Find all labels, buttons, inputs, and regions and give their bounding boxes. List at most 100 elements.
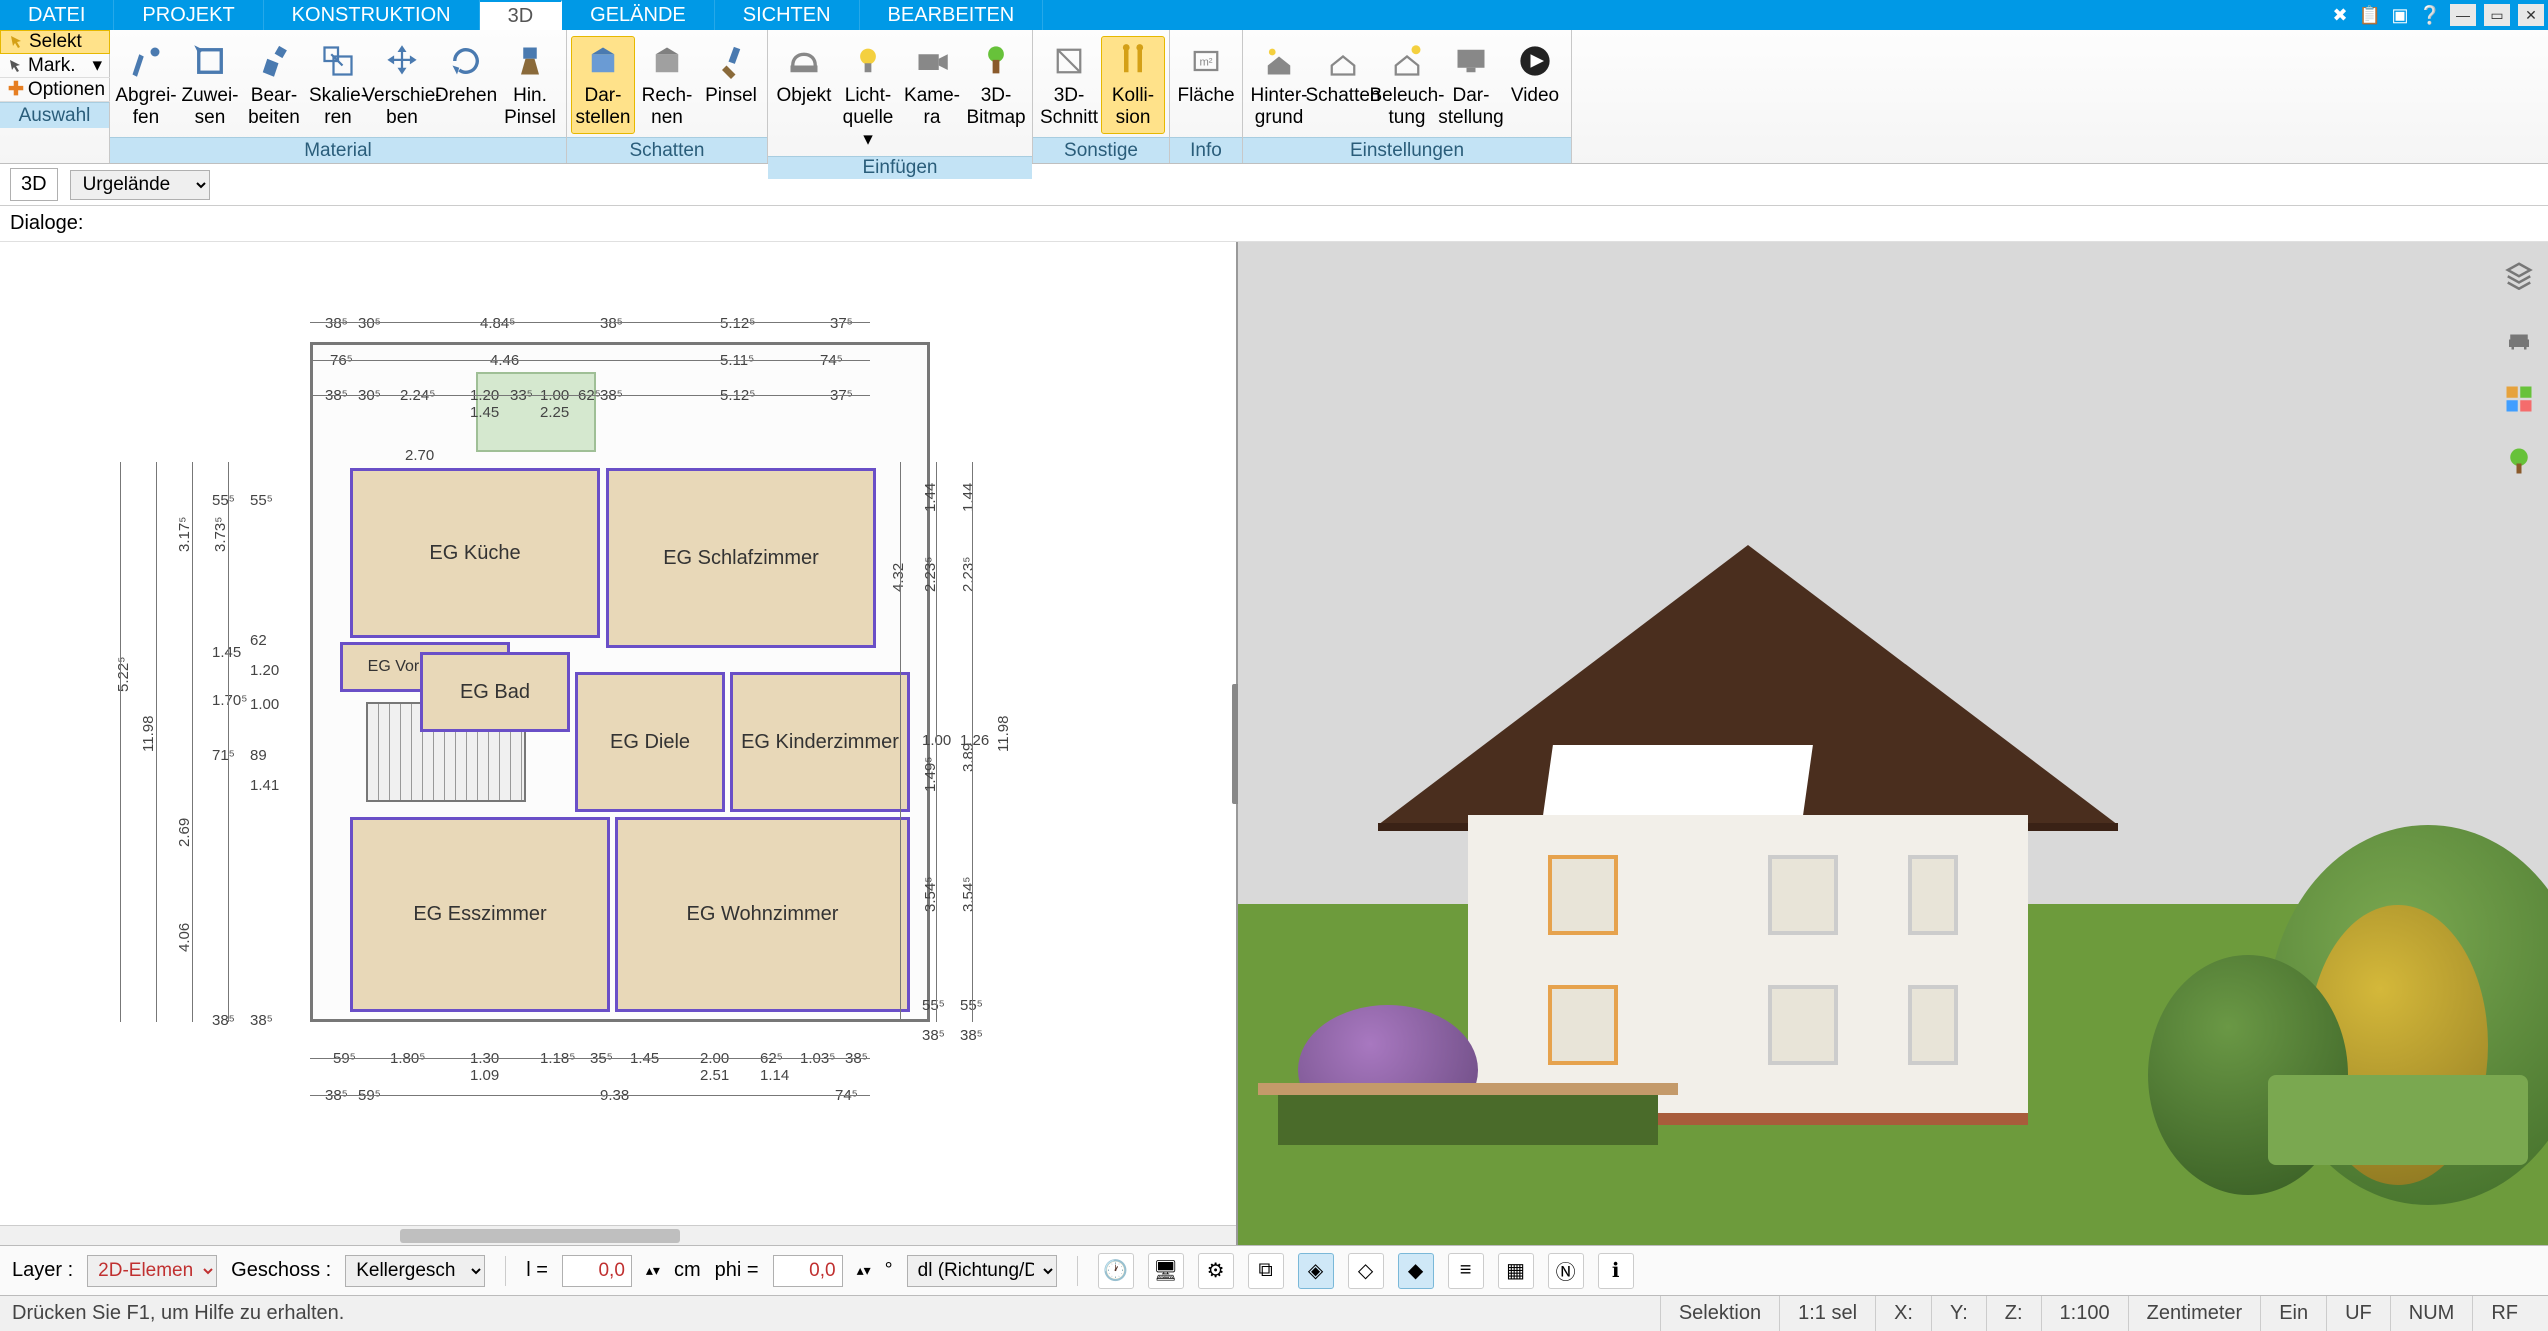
ribbon-btn-objekt[interactable]: Objekt [772, 36, 836, 112]
tree-tool-icon[interactable] [2500, 442, 2538, 480]
ribbon-mark-button[interactable]: Mark. ▾ [0, 54, 110, 78]
ribbon-btn-kollision[interactable]: Kolli- sion [1101, 36, 1165, 134]
geschoss-select[interactable]: Kellergesch [345, 1255, 485, 1287]
ribbon-btn-video[interactable]: Video [1503, 36, 1567, 112]
menu-konstruktion[interactable]: KONSTRUKTION [264, 0, 480, 30]
room-eg-küche[interactable]: EG Küche [350, 468, 600, 638]
snap1-icon[interactable]: ◈ [1298, 1253, 1334, 1289]
ribbon-btn-darstellen[interactable]: Dar- stellen [571, 36, 635, 134]
dimension-line [310, 395, 870, 396]
ribbon-btn-bearbeiten[interactable]: Bear- beiten [242, 36, 306, 134]
dimension-text: 30⁵ [358, 315, 381, 332]
ribbon-btn-label: Licht- [845, 85, 891, 107]
copy-icon[interactable]: ⧉ [1248, 1253, 1284, 1289]
selekt-label: Selekt [29, 31, 82, 53]
clipboard-icon[interactable]: 📋 [2358, 3, 2382, 27]
ribbon-btn-abgreifen[interactable]: Abgrei- fen [114, 36, 178, 134]
clock-icon[interactable]: 🕐 [1098, 1253, 1134, 1289]
ribbon-optionen-button[interactable]: ✚ Optionen [0, 78, 110, 102]
ribbon-btn-schatten2[interactable]: Schatten [1311, 36, 1375, 112]
box-icon[interactable]: ▣ [2388, 3, 2412, 27]
ribbon-btn-kamera[interactable]: Kame- ra [900, 36, 964, 134]
scrollbar-thumb[interactable] [400, 1229, 680, 1243]
dl-select[interactable]: dl (Richtung/Di [907, 1255, 1057, 1287]
window [1768, 855, 1838, 935]
ribbon-btn-label: tung [1389, 107, 1426, 129]
snap2-icon[interactable]: ◇ [1348, 1253, 1384, 1289]
ribbon-btn-hintergrund[interactable]: Hinter- grund [1247, 36, 1311, 134]
pane-3d-view[interactable] [1238, 242, 2548, 1245]
snap3-icon[interactable]: ◆ [1398, 1253, 1434, 1289]
zuweisen-icon [190, 41, 230, 81]
ribbon-btn-pinsel[interactable]: Pinsel [699, 36, 763, 112]
ribbon-btn-skalieren[interactable]: Skalie- ren [306, 36, 370, 134]
horizontal-scrollbar[interactable] [0, 1225, 1236, 1245]
ribbon-btn-beleuchtung[interactable]: Beleuch- tung [1375, 36, 1439, 134]
menubar-right: ✖ 📋 ▣ ❔ — ▭ ✕ [2328, 0, 2548, 30]
ribbon-btn-label: quelle ▾ [839, 107, 897, 151]
status-uf: UF [2326, 1296, 2390, 1331]
north-icon[interactable]: Ⓝ [1548, 1253, 1584, 1289]
ribbon-btn-3dbitmap[interactable]: 3D- Bitmap [964, 36, 1028, 134]
ribbon-btn-verschieben[interactable]: Verschie- ben [370, 36, 434, 134]
maximize-button[interactable]: ▭ [2484, 4, 2510, 26]
dimension-line [228, 462, 229, 1022]
ribbon-btn-darstellung2[interactable]: Dar- stellung [1439, 36, 1503, 134]
ribbon: Selekt Mark. ▾ ✚ Optionen Auswahl Abgrei… [0, 30, 2548, 164]
main-area: EG KücheEG SchlafzimmerEG VorratsraumEG … [0, 242, 2548, 1245]
dimension-text: 55⁵ [922, 997, 945, 1014]
menu-gelaende[interactable]: GELÄNDE [562, 0, 715, 30]
furniture-icon[interactable] [2500, 318, 2538, 356]
spinner-icon[interactable]: ▴▾ [857, 1262, 871, 1279]
menu-projekt[interactable]: PROJEKT [114, 0, 263, 30]
ribbon-btn-lichtquelle[interactable]: Licht- quelle ▾ [836, 36, 900, 156]
gear-icon[interactable]: ⚙ [1198, 1253, 1234, 1289]
ribbon-btn-label: Drehen [435, 85, 497, 107]
layers2-icon[interactable]: ≡ [1448, 1253, 1484, 1289]
ribbon-btn-zuweisen[interactable]: Zuwei- sen [178, 36, 242, 134]
room-eg-wohnzimmer[interactable]: EG Wohnzimmer [615, 817, 910, 1012]
ribbon-btn-label: Dar- [585, 85, 622, 107]
ribbon-btn-3dschnitt[interactable]: 3D- Schnitt [1037, 36, 1101, 134]
l-input[interactable] [562, 1255, 632, 1287]
minimize-button[interactable]: — [2450, 4, 2476, 26]
dimension-text: 1.14 [760, 1067, 789, 1084]
room-eg-schlafzimmer[interactable]: EG Schlafzimmer [606, 468, 876, 648]
dimension-text: 38⁵ [325, 315, 348, 332]
menu-datei[interactable]: DATEI [0, 0, 114, 30]
ribbon-btn-drehen[interactable]: Drehen [434, 36, 498, 112]
pane-2d-floorplan[interactable]: EG KücheEG SchlafzimmerEG VorratsraumEG … [0, 242, 1238, 1245]
layers-icon[interactable] [2500, 256, 2538, 294]
monitor-icon[interactable]: 🖥 [1148, 1253, 1184, 1289]
ribbon-btn-hinpinsel[interactable]: Hin. Pinsel [498, 36, 562, 134]
info-icon[interactable]: ℹ [1598, 1253, 1634, 1289]
ribbon-btn-rechnen[interactable]: Rech- nen [635, 36, 699, 134]
menu-3d[interactable]: 3D [480, 0, 563, 30]
ribbon-group-sonstige: 3D- Schnitt Kolli- sion Sonstige [1033, 30, 1170, 163]
color-grid-icon[interactable] [2500, 380, 2538, 418]
ribbon-btn-flaeche[interactable]: m² Fläche [1174, 36, 1238, 112]
tool-icon[interactable]: ✖ [2328, 3, 2352, 27]
group-label-schatten: Schatten [567, 137, 767, 163]
menu-sichten[interactable]: SICHTEN [715, 0, 860, 30]
selection-dropdown[interactable]: Urgelände [70, 170, 210, 200]
room-eg-esszimmer[interactable]: EG Esszimmer [350, 817, 610, 1012]
hedge [2268, 1075, 2528, 1165]
room-eg-kinderzimmer[interactable]: EG Kinderzimmer [730, 672, 910, 812]
spinner-icon[interactable]: ▴▾ [646, 1262, 660, 1279]
ribbon-selekt-button[interactable]: Selekt [0, 30, 110, 54]
dimension-text: 1.20 [250, 662, 279, 679]
ribbon-btn-label: Skalie- [309, 85, 367, 107]
close-button[interactable]: ✕ [2518, 4, 2544, 26]
phi-input[interactable] [773, 1255, 843, 1287]
help-icon[interactable]: ❔ [2418, 3, 2442, 27]
room-eg-diele[interactable]: EG Diele [575, 672, 725, 812]
menu-bearbeiten[interactable]: BEARBEITEN [860, 0, 1044, 30]
layer-select[interactable]: 2D-Elemen [87, 1255, 217, 1287]
status-scale: 1:100 [2041, 1296, 2128, 1331]
3dbitmap-icon [976, 41, 1016, 81]
room-eg-bad[interactable]: EG Bad [420, 652, 570, 732]
status-ein: Ein [2260, 1296, 2326, 1331]
ribbon-btn-label: Zuwei- [181, 85, 238, 107]
grid-icon[interactable]: ▦ [1498, 1253, 1534, 1289]
